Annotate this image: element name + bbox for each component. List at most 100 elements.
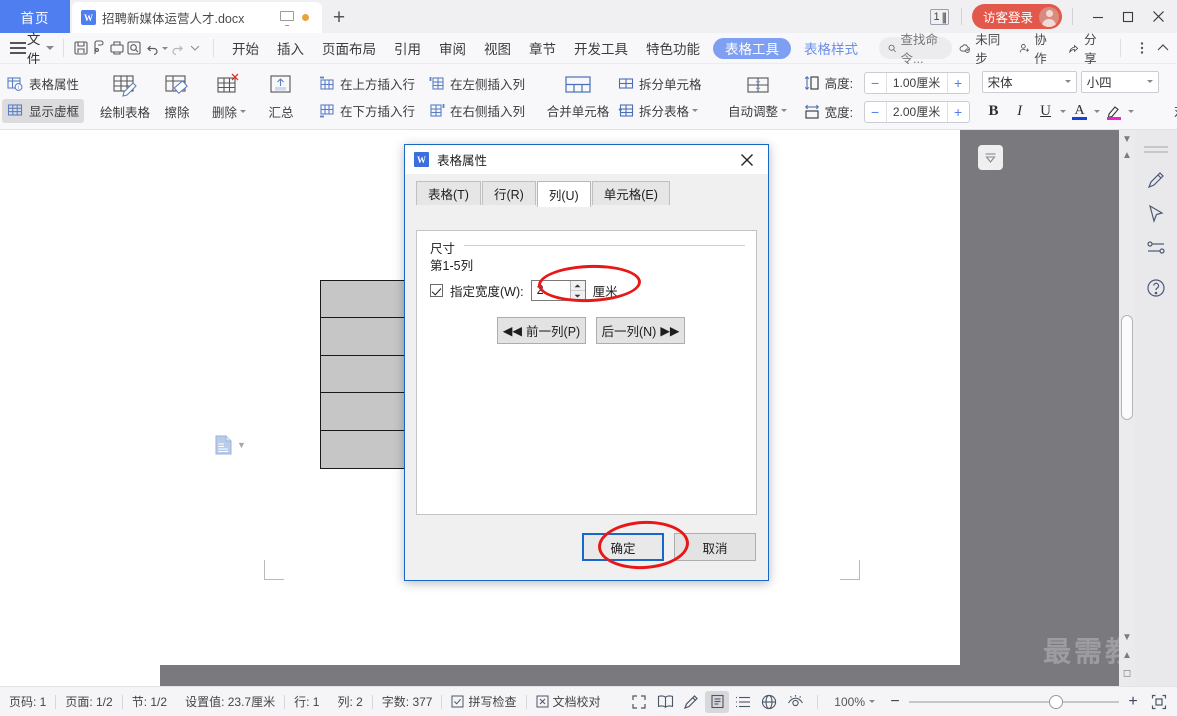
scroll-page-down-icon[interactable]: ▲ [1120, 648, 1134, 662]
height-value[interactable]: 1.00厘米 [885, 72, 948, 93]
table-cell[interactable] [320, 429, 406, 469]
font-size-select[interactable]: 小四 [1080, 70, 1159, 93]
menu-item-section[interactable]: 章节 [520, 33, 565, 64]
reading-layout-icon[interactable] [653, 691, 677, 713]
table-cell[interactable] [320, 317, 406, 357]
width-decrement-button[interactable]: − [865, 102, 886, 122]
font-color-button[interactable]: A [1068, 100, 1092, 124]
highlight-button[interactable] [1102, 100, 1126, 124]
status-page-number[interactable]: 页码: 1 [0, 693, 55, 710]
cancel-button[interactable]: 取消 [674, 533, 756, 561]
redo-icon[interactable] [169, 36, 187, 60]
dialog-title-bar[interactable]: W 表格属性 [405, 145, 768, 174]
menu-item-review[interactable]: 审阅 [430, 33, 475, 64]
web-layout-icon[interactable] [757, 691, 781, 713]
zoom-slider[interactable] [909, 694, 1119, 709]
menu-item-table-tools[interactable]: 表格工具 [712, 37, 791, 59]
next-column-button[interactable]: 后一列(N) ▶▶ [596, 317, 685, 344]
select-tool-icon[interactable] [1144, 202, 1168, 226]
col-width-spinner[interactable]: − 2.00厘米 + [863, 100, 970, 123]
eraser-button[interactable]: 擦除 [151, 66, 203, 128]
status-col[interactable]: 列: 2 [328, 693, 371, 710]
auto-fit-button[interactable]: 自动调整 [727, 66, 789, 128]
page-layout-icon[interactable] [705, 690, 730, 713]
chevron-down-icon[interactable] [1059, 110, 1066, 113]
new-tab-button[interactable]: + [322, 2, 356, 33]
menu-item-featured[interactable]: 特色功能 [637, 33, 709, 64]
width-increment-button[interactable]: + [948, 102, 969, 122]
table-cell[interactable] [320, 354, 406, 394]
insert-col-left-button[interactable]: 在左侧插入列 [424, 72, 530, 96]
menu-item-table-styles[interactable]: 表格样式 [795, 33, 867, 64]
help-tool-icon[interactable] [1144, 276, 1168, 300]
outline-layout-icon[interactable] [731, 691, 755, 713]
width-step-up-button[interactable] [570, 281, 585, 291]
collapse-panel-button[interactable] [978, 145, 1003, 170]
more-options-icon[interactable] [1132, 36, 1152, 60]
specify-width-checkbox[interactable] [430, 284, 443, 297]
status-setting-value[interactable]: 设置值: 23.7厘米 [176, 693, 284, 710]
status-page-of[interactable]: 页面: 1/2 [56, 693, 121, 710]
show-gridlines-button[interactable]: 显示虚框 [2, 98, 85, 123]
width-value[interactable]: 2.00厘米 [885, 101, 948, 122]
fullscreen-icon[interactable] [627, 691, 651, 713]
insert-row-above-button[interactable]: 在上方插入行 [314, 72, 420, 96]
height-increment-button[interactable]: + [948, 73, 969, 93]
draw-table-button[interactable]: 绘制表格 [99, 66, 151, 128]
zoom-level[interactable]: 100% [828, 695, 881, 709]
table-properties-button[interactable]: i 表格属性 [2, 72, 84, 96]
status-section[interactable]: 节: 1/2 [123, 693, 176, 710]
zoom-in-button[interactable]: + [1121, 693, 1145, 711]
width-stepper[interactable] [569, 281, 585, 300]
sync-status-button[interactable]: 未同步 [952, 29, 1009, 67]
guest-login-button[interactable]: 访客登录 [971, 4, 1062, 29]
tab-table[interactable]: 表格(T) [416, 181, 481, 205]
insert-row-below-button[interactable]: 在下方插入行 [314, 99, 420, 123]
split-cells-button[interactable]: 拆分单元格 [613, 72, 707, 96]
print-preview-icon[interactable] [90, 36, 108, 60]
tab-row[interactable]: 行(R) [481, 181, 536, 205]
status-proofread[interactable]: 文档校对 [527, 693, 610, 710]
font-family-select[interactable]: 宋体 [981, 70, 1077, 93]
width-input[interactable]: 2 [530, 280, 586, 301]
merge-cells-button[interactable]: 合并单元格 [545, 66, 611, 128]
align-button[interactable]: 对齐方式 [1174, 66, 1177, 128]
search-command-box[interactable]: 查找命令... [878, 33, 953, 66]
chevron-down-icon[interactable] [1093, 110, 1100, 113]
previous-column-button[interactable]: ◀◀ 前一列(P) [497, 317, 586, 344]
quick-access-more-icon[interactable] [187, 36, 205, 60]
status-row[interactable]: 行: 1 [285, 693, 328, 710]
undo-icon[interactable] [143, 36, 161, 60]
width-input-value[interactable]: 2 [532, 281, 570, 300]
print-search-icon[interactable] [126, 36, 144, 60]
zoom-slider-track[interactable] [909, 694, 1119, 709]
menu-item-developer-tools[interactable]: 开发工具 [565, 33, 637, 64]
delete-button[interactable]: 删除 [203, 66, 255, 128]
paste-options-icon[interactable]: ▼ [215, 435, 246, 455]
dialog-close-button[interactable] [726, 145, 768, 174]
col-width-control[interactable]: 宽度: − 2.00厘米 + [804, 99, 970, 125]
save-icon[interactable] [73, 36, 91, 60]
width-step-down-button[interactable] [571, 291, 585, 300]
scroll-up-arrow[interactable]: ▲ [1120, 148, 1134, 162]
collapse-ribbon-icon[interactable] [1154, 36, 1174, 60]
document-table[interactable] [320, 279, 480, 478]
menu-item-start[interactable]: 开始 [223, 33, 268, 64]
document-tab[interactable]: W 招聘新媒体运营人才.docx [72, 2, 322, 33]
menu-item-view[interactable]: 视图 [475, 33, 520, 64]
eye-protection-icon[interactable] [783, 691, 807, 713]
scroll-top-icon[interactable]: ▼ [1120, 132, 1134, 146]
tab-column[interactable]: 列(U) [536, 181, 591, 207]
height-decrement-button[interactable]: − [865, 73, 886, 93]
table-properties-dialog[interactable]: W 表格属性 表格(T) 行(R) 列(U) 单元格(E) 尺寸 第1-5列 指… [404, 144, 769, 581]
select-browse-object-icon[interactable]: ◻ [1120, 666, 1134, 680]
scroll-down-arrow[interactable]: ▼ [1120, 630, 1134, 644]
menu-item-references[interactable]: 引用 [385, 33, 430, 64]
pen-tool-icon[interactable] [1144, 168, 1168, 192]
file-menu-button[interactable]: 文件 [27, 28, 54, 68]
edit-layout-icon[interactable] [679, 691, 703, 713]
undo-dropdown-icon[interactable] [161, 36, 169, 60]
page-count-badge[interactable]: 1 ||| [929, 8, 949, 25]
status-word-count[interactable]: 字数: 377 [373, 693, 442, 710]
tab-cell[interactable]: 单元格(E) [591, 181, 670, 205]
